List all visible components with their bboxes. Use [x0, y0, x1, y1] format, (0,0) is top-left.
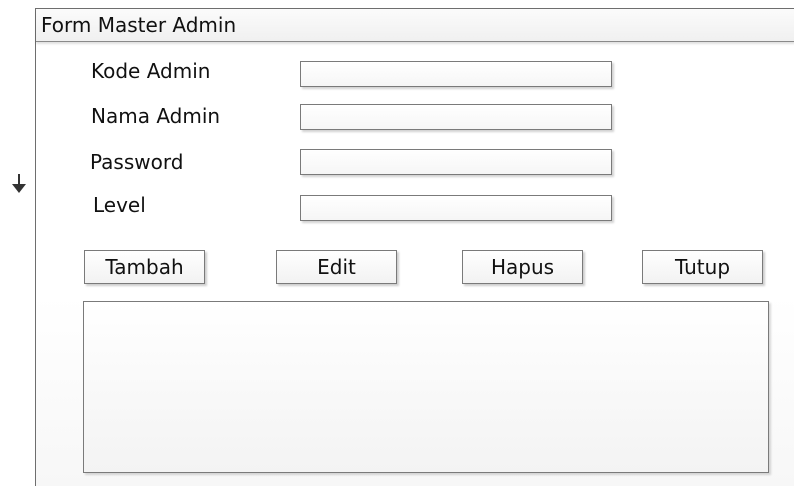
hapus-button[interactable]: Hapus — [462, 250, 583, 284]
kode-admin-label: Kode Admin — [91, 59, 211, 83]
arrow-down-icon — [12, 174, 26, 193]
admin-data-grid[interactable] — [83, 301, 769, 473]
title-bar: Form Master Admin — [36, 9, 794, 42]
level-label: Level — [93, 193, 146, 217]
nama-admin-input[interactable] — [300, 104, 612, 130]
form-master-admin-window: Form Master Admin Kode Admin Nama Admin … — [35, 8, 794, 486]
nama-admin-label: Nama Admin — [91, 104, 221, 128]
password-label: Password — [90, 150, 184, 174]
window-title: Form Master Admin — [41, 13, 237, 37]
tutup-button[interactable]: Tutup — [642, 250, 763, 284]
tambah-button[interactable]: Tambah — [84, 250, 205, 284]
kode-admin-input[interactable] — [300, 61, 612, 87]
password-input[interactable] — [300, 149, 612, 175]
edit-button[interactable]: Edit — [276, 250, 397, 284]
level-input[interactable] — [300, 195, 612, 221]
